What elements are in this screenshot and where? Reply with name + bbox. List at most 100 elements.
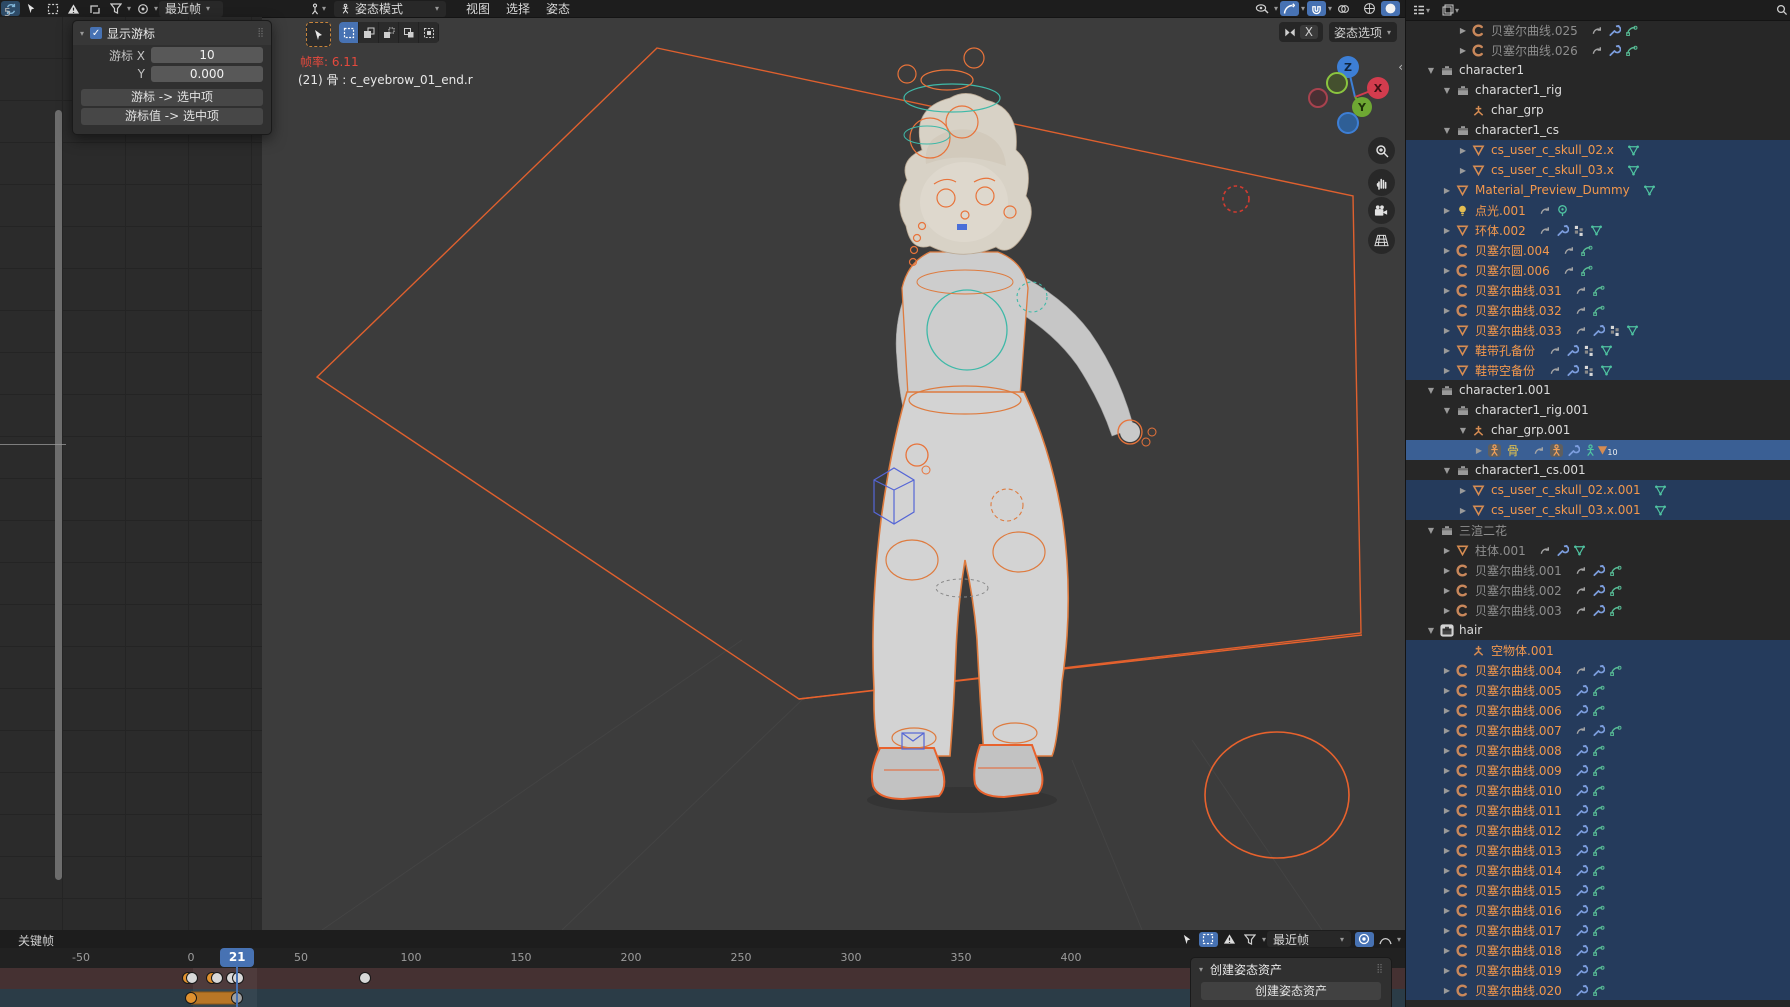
outliner-row[interactable]: ▶贝塞尔曲线.001: [1406, 560, 1790, 580]
wrench-icon[interactable]: [1575, 843, 1589, 857]
outliner-row[interactable]: ▶贝塞尔曲线.015: [1406, 880, 1790, 900]
drag-grip-icon[interactable]: ⣿: [1376, 964, 1384, 974]
expand-arrow-icon[interactable]: ▶: [1442, 306, 1452, 315]
wrench-icon[interactable]: [1565, 343, 1579, 357]
recent-frame-dropdown[interactable]: 最近帧▾: [159, 1, 223, 17]
curvedata-icon[interactable]: [1592, 303, 1606, 317]
wrench-icon[interactable]: [1608, 43, 1622, 57]
object-name[interactable]: 贝塞尔曲线.007: [1475, 722, 1562, 739]
curvedata-icon[interactable]: [1609, 603, 1623, 617]
collapse-chevron-icon[interactable]: ▾: [1199, 965, 1203, 974]
constraint-icon[interactable]: [1532, 443, 1546, 457]
expand-arrow-icon[interactable]: ▶: [1442, 206, 1452, 215]
outliner-row[interactable]: ▶贝塞尔曲线.006: [1406, 700, 1790, 720]
curvedata-icon[interactable]: [1609, 563, 1623, 577]
constraint-icon[interactable]: [1539, 223, 1553, 237]
curvedata-icon[interactable]: [1592, 943, 1606, 957]
object-name[interactable]: 贝塞尔曲线.015: [1475, 882, 1562, 899]
outliner-row[interactable]: ▶贝塞尔曲线.003: [1406, 600, 1790, 620]
expand-arrow-icon[interactable]: ▶: [1442, 966, 1452, 975]
object-name[interactable]: 贝塞尔曲线.020: [1475, 982, 1562, 999]
chevron-down-icon[interactable]: ▾: [154, 4, 158, 13]
meshdata-icon[interactable]: [1599, 363, 1613, 377]
shading-solid-icon[interactable]: [1381, 1, 1400, 16]
wrench-icon[interactable]: [1556, 223, 1570, 237]
expand-arrow-icon[interactable]: ▶: [1458, 46, 1468, 55]
wrench-icon[interactable]: [1608, 23, 1622, 37]
object-name[interactable]: 贝塞尔曲线.004: [1475, 662, 1562, 679]
expand-arrow-icon[interactable]: ▼: [1426, 526, 1436, 535]
object-name[interactable]: 鞋带孔备份: [1475, 342, 1535, 359]
meshdata-icon[interactable]: [1654, 503, 1668, 517]
object-name[interactable]: 贝塞尔曲线.019: [1475, 962, 1562, 979]
constraint-icon[interactable]: [1575, 663, 1589, 677]
constraint-icon[interactable]: [1575, 323, 1589, 337]
curvedata-icon[interactable]: [1625, 23, 1639, 37]
proportional-falloff-icon[interactable]: [1280, 1, 1299, 16]
recent-frame-dropdown[interactable]: 最近帧▾: [1267, 931, 1351, 947]
outliner-row[interactable]: ▼character1.001: [1406, 380, 1790, 400]
constraint-icon[interactable]: [1563, 243, 1577, 257]
outliner-row[interactable]: ▶贝塞尔圆.006: [1406, 260, 1790, 280]
wrench-icon[interactable]: [1592, 603, 1606, 617]
object-name[interactable]: 贝塞尔曲线.026: [1491, 42, 1578, 59]
expand-arrow-icon[interactable]: ▶: [1442, 606, 1452, 615]
outliner-row[interactable]: ▶鞋带空备份: [1406, 360, 1790, 380]
meshdata-icon[interactable]: [1573, 543, 1587, 557]
curvedata-icon[interactable]: [1609, 723, 1623, 737]
chevron-down-icon[interactable]: ▾: [1262, 935, 1266, 944]
object-name[interactable]: 贝塞尔曲线.014: [1475, 862, 1562, 879]
expand-arrow-icon[interactable]: ▶: [1442, 586, 1452, 595]
meshdata-icon[interactable]: [1599, 343, 1613, 357]
outliner-row[interactable]: ▶骨10: [1406, 440, 1790, 460]
wrench-icon[interactable]: [1566, 443, 1580, 457]
curvedata-icon[interactable]: [1592, 963, 1606, 977]
object-name[interactable]: 贝塞尔圆.004: [1475, 242, 1550, 259]
expand-arrow-icon[interactable]: ▶: [1442, 286, 1452, 295]
expand-arrow-icon[interactable]: ▶: [1442, 866, 1452, 875]
wrench-icon[interactable]: [1575, 703, 1589, 717]
normalize-icon[interactable]: [85, 1, 104, 16]
object-name[interactable]: 贝塞尔曲线.001: [1475, 562, 1562, 579]
curvedata-icon[interactable]: [1609, 663, 1623, 677]
expand-arrow-icon[interactable]: ▼: [1426, 626, 1436, 635]
outliner-row[interactable]: ▶贝塞尔曲线.033: [1406, 320, 1790, 340]
warning-icon[interactable]: [64, 1, 83, 16]
vgroup-icon[interactable]: [1582, 343, 1596, 357]
expand-arrow-icon[interactable]: ▶: [1442, 986, 1452, 995]
collapse-chevron-icon[interactable]: ▾: [80, 29, 84, 38]
expand-arrow-icon[interactable]: ▼: [1442, 86, 1452, 95]
outliner-row[interactable]: ▶ 贝塞尔曲线.019: [1406, 960, 1790, 980]
outliner-row[interactable]: ▶贝塞尔曲线.009: [1406, 760, 1790, 780]
overlays-icon[interactable]: [1334, 1, 1353, 16]
keying-set-icon[interactable]: [133, 1, 152, 16]
camera-view-button[interactable]: [1368, 197, 1395, 224]
wrench-icon[interactable]: [1575, 683, 1589, 697]
curvedata-icon[interactable]: [1592, 743, 1606, 757]
object-name[interactable]: 贝塞尔曲线.012: [1475, 822, 1562, 839]
object-name[interactable]: 贝塞尔曲线.002: [1475, 582, 1562, 599]
cursor-x-field[interactable]: 10: [151, 47, 263, 63]
zoom-button[interactable]: [1368, 137, 1395, 164]
curvedata-icon[interactable]: [1625, 43, 1639, 57]
outliner-row[interactable]: ▶贝塞尔曲线.010: [1406, 780, 1790, 800]
wrench-icon[interactable]: [1575, 783, 1589, 797]
keyframe[interactable]: [186, 972, 198, 984]
object-name[interactable]: 环体.002: [1475, 222, 1526, 239]
wrench-icon[interactable]: [1592, 563, 1606, 577]
wrench-icon[interactable]: [1575, 983, 1589, 997]
curvedata-icon[interactable]: [1580, 263, 1594, 277]
object-name[interactable]: 贝塞尔曲线.013: [1475, 842, 1562, 859]
wrench-icon[interactable]: [1592, 323, 1606, 337]
curvedata-icon[interactable]: [1580, 243, 1594, 257]
display-mode-dropdown[interactable]: ▾: [1440, 3, 1462, 18]
keyframe[interactable]: [359, 972, 371, 984]
object-name[interactable]: character1_cs: [1475, 123, 1559, 137]
pan-hand-button[interactable]: [1368, 169, 1395, 196]
mode-dropdown[interactable]: 姿态模式▾: [334, 1, 446, 17]
armhl-icon[interactable]: [1549, 443, 1563, 457]
object-name[interactable]: character1.001: [1459, 383, 1551, 397]
shading-material-icon[interactable]: [1402, 1, 1405, 16]
constraint-icon[interactable]: [1548, 343, 1562, 357]
warning-icon[interactable]: [1220, 932, 1239, 947]
